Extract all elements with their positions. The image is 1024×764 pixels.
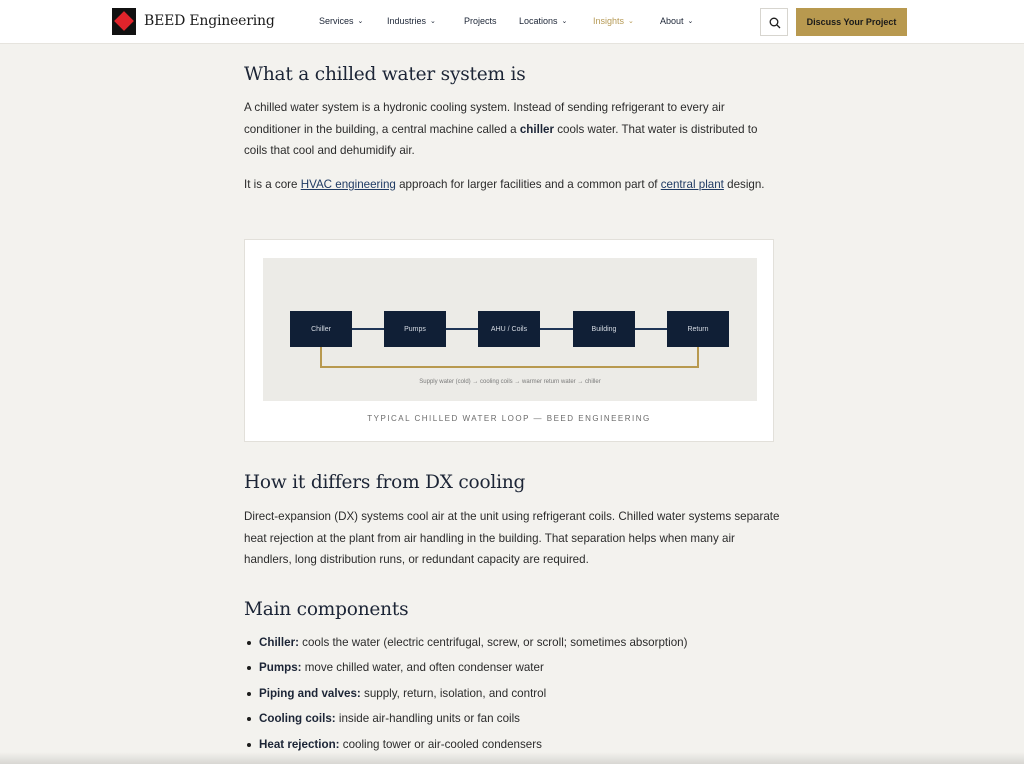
list-desc: cools the water (electric centrifugal, s…: [298, 636, 688, 649]
paragraph-dx: Direct-expansion (DX) systems cool air a…: [244, 510, 780, 566]
list-desc: inside air-handling units or fan coils: [335, 712, 520, 726]
list-desc: supply, return, isolation, and control: [360, 686, 547, 700]
diagram-box-return: Return: [667, 311, 729, 347]
bottom-fade: [0, 752, 1024, 764]
nav-label: Insights: [593, 16, 625, 26]
list-item: Piping and valves: supply, return, isola…: [244, 683, 804, 708]
nav-projects[interactable]: Projects: [464, 16, 497, 26]
nav-locations[interactable]: Locations ⌄: [519, 16, 567, 26]
chevron-down-icon: ⌄: [357, 18, 364, 25]
connector-line: [351, 328, 384, 330]
diagram-box-building: Building: [573, 311, 635, 347]
list-item: Pumps: move chilled water, and often con…: [244, 657, 804, 682]
central-plant-link[interactable]: central plant: [661, 178, 724, 191]
nav-label: Services: [319, 16, 354, 26]
list-term: Piping and valves:: [259, 686, 361, 700]
connector-line: [445, 328, 478, 330]
chevron-down-icon: ⌄: [561, 18, 568, 25]
nav-label: Projects: [464, 16, 497, 26]
nav-label: About: [660, 16, 684, 26]
diagram-box-ahu-coils: AHU / Coils: [478, 311, 540, 347]
section-title-chilled-water: What a chilled water system is: [244, 64, 526, 85]
brand-logo-icon[interactable]: [112, 8, 136, 35]
bold-term: chiller: [519, 122, 555, 136]
loop-diagram: Chiller Pumps AHU / Coils Building Retur…: [263, 258, 757, 401]
diagram-box-chiller: Chiller: [290, 311, 352, 347]
return-loop-line: [320, 347, 699, 368]
paragraph-hvac: It is a core HVAC engineering approach f…: [244, 174, 780, 196]
nav-services[interactable]: Services ⌄: [319, 16, 363, 26]
text: approach for larger facilities and a com…: [395, 178, 661, 191]
figure-caption: TYPICAL CHILLED WATER LOOP — BEED ENGINE…: [367, 414, 651, 423]
connector-line: [634, 328, 667, 330]
search-icon: [769, 17, 781, 29]
section-title-dx-cooling: How it differs from DX cooling: [244, 472, 526, 493]
nav-industries[interactable]: Industries ⌄: [387, 16, 436, 26]
hvac-engineering-link[interactable]: HVAC engineering: [301, 178, 396, 191]
list-item: Cooling coils: inside air-handling units…: [244, 708, 804, 733]
diagram-box-pumps: Pumps: [384, 311, 446, 347]
site-header: BEED Engineering Services ⌄ Industries ⌄ P…: [0, 0, 1024, 44]
text: design.: [723, 178, 765, 191]
list-term: Cooling coils:: [259, 712, 336, 726]
list-term: Pumps:: [259, 661, 302, 675]
nav-insights[interactable]: Insights ⌄: [593, 16, 634, 26]
diagram-note: Supply water (cold) → cooling coils → wa…: [419, 379, 601, 385]
paragraph-intro: A chilled water system is a hydronic coo…: [244, 97, 780, 162]
list-term: Chiller:: [259, 636, 299, 649]
nav-label: Industries: [387, 16, 427, 26]
chevron-down-icon: ⌄: [430, 18, 436, 25]
list-desc: cooling tower or air-cooled condensers: [339, 737, 542, 751]
nav-label: Locations: [519, 16, 558, 26]
list-item: Chiller: cools the water (electric centr…: [244, 632, 804, 657]
text: It is a core: [244, 178, 301, 191]
section-title-main-components: Main components: [244, 599, 409, 620]
nav-about[interactable]: About ⌄: [660, 16, 693, 26]
brand-name[interactable]: BEED Engineering: [144, 13, 275, 29]
list-desc: move chilled water, and often condenser …: [301, 661, 544, 675]
search-button[interactable]: [760, 8, 788, 36]
connector-line: [540, 328, 573, 330]
chevron-down-icon: ⌄: [687, 18, 694, 25]
discuss-project-button[interactable]: Discuss Your Project: [796, 8, 907, 36]
list-term: Heat rejection:: [259, 737, 340, 751]
chilled-water-loop-figure: Chiller Pumps AHU / Coils Building Retur…: [244, 239, 774, 442]
components-list: Chiller: cools the water (electric centr…: [244, 632, 804, 759]
chevron-down-icon: ⌄: [628, 18, 634, 25]
logo-diamond: [114, 11, 134, 31]
